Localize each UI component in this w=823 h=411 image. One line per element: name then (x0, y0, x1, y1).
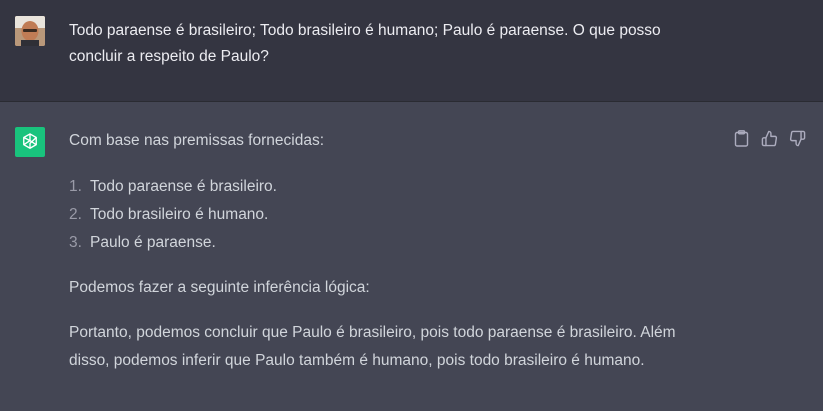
assistant-message-row: Com base nas premissas fornecidas: 1. To… (0, 102, 823, 411)
thumbs-up-button[interactable] (760, 129, 779, 148)
list-item-text: Todo paraense é brasileiro. (90, 178, 277, 195)
list-item-number: 3. (69, 234, 82, 251)
openai-logo-icon (15, 127, 45, 157)
list-item-number: 2. (69, 206, 82, 223)
assistant-conclusion: Portanto, podemos concluir que Paulo é b… (69, 324, 676, 369)
user-message-row: Todo paraense é brasileiro; Todo brasile… (0, 0, 823, 102)
thumbs-up-icon (761, 130, 778, 147)
user-avatar-image (15, 16, 45, 46)
clipboard-icon (734, 130, 749, 147)
assistant-message-body: Com base nas premissas fornecidas: 1. To… (69, 127, 709, 375)
list-item-text: Paulo é paraense. (90, 234, 216, 251)
list-item: 3. Paulo é paraense. (69, 229, 709, 257)
user-avatar (15, 16, 45, 46)
list-item: 1. Todo paraense é brasileiro. (69, 173, 709, 201)
copy-button[interactable] (732, 129, 751, 148)
message-actions (732, 129, 807, 148)
user-message-text: Todo paraense é brasileiro; Todo brasile… (69, 22, 661, 65)
thumbs-down-button[interactable] (788, 129, 807, 148)
thumbs-down-icon (789, 130, 806, 147)
assistant-intro: Com base nas premissas fornecidas: (69, 132, 325, 149)
chat-conversation: Todo paraense é brasileiro; Todo brasile… (0, 0, 823, 411)
assistant-inference: Podemos fazer a seguinte inferência lógi… (69, 279, 370, 296)
list-item: 2. Todo brasileiro é humano. (69, 201, 709, 229)
premises-list: 1. Todo paraense é brasileiro. 2. Todo b… (69, 173, 709, 257)
list-item-text: Todo brasileiro é humano. (90, 206, 269, 223)
list-item-number: 1. (69, 178, 82, 195)
